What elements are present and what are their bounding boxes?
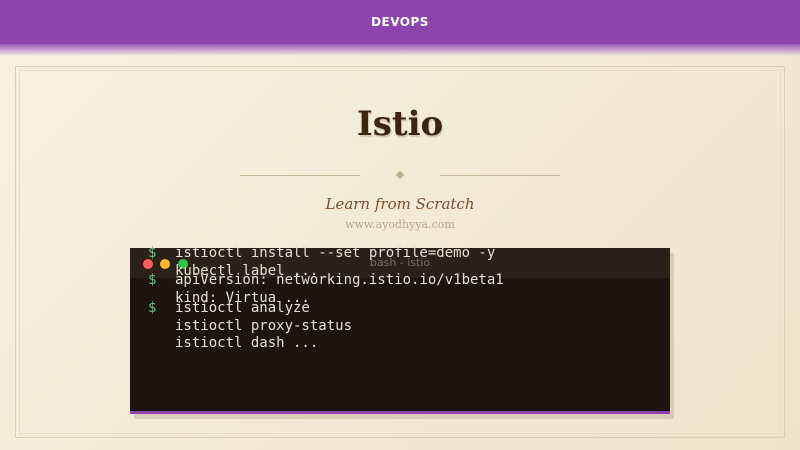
- subtitle: Learn from Scratch: [325, 195, 475, 213]
- brand-label: DEVOPS: [371, 15, 429, 29]
- website-label: www.ayodhyya.com: [345, 218, 455, 231]
- prompt-symbol: $: [148, 300, 157, 316]
- divider-right: [440, 175, 560, 176]
- terminal-window: bash - istio $ $ $ istioctl install --se…: [130, 245, 670, 414]
- divider-left: [240, 175, 360, 176]
- command-line: istioctl install --set profile=demo -y: [175, 245, 496, 261]
- prompt-symbol: $: [148, 245, 157, 261]
- command-line: istioctl analyze: [175, 300, 310, 316]
- command-line: istioctl proxy-status: [175, 318, 353, 334]
- terminal-body: $ $ $ istioctl install --set profile=dem…: [130, 245, 670, 411]
- top-banner: DEVOPS: [0, 0, 800, 44]
- banner-accent-strip: [0, 44, 800, 56]
- command-line: apiVersion: networking.istio.io/v1beta1: [175, 272, 504, 288]
- command-line: istioctl dash ...: [175, 335, 319, 351]
- prompt-symbol: $: [148, 272, 157, 288]
- page-title: Istio: [356, 104, 444, 144]
